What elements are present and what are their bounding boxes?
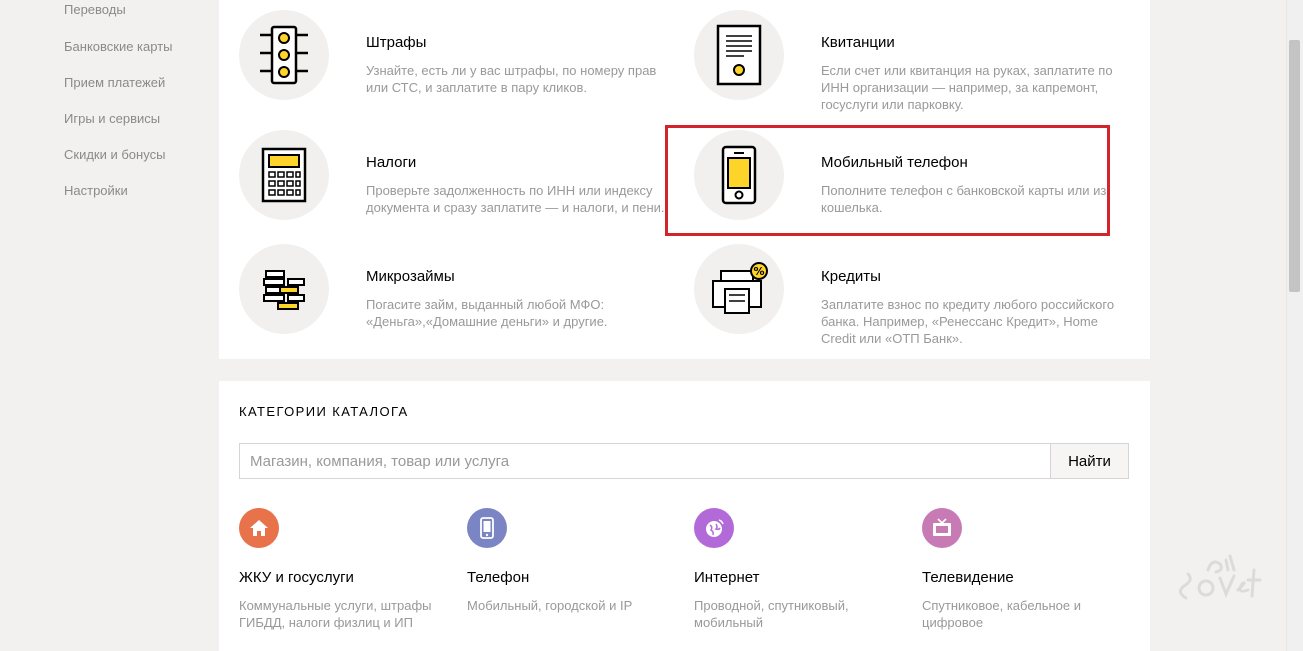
category-title: Телевидение [922,569,1014,586]
category-desc: Коммунальные услуги, штрафы ГИБДД, налог… [239,598,432,630]
scrollbar-thumb[interactable] [1289,40,1300,292]
phone-icon [467,508,507,548]
catalog-search-button[interactable]: Найти [1050,444,1128,478]
service-taxes[interactable]: Налоги Проверьте задолженность по ИНН ил… [239,130,669,230]
tv-icon [922,508,962,548]
service-title: Кредиты [821,268,881,285]
category-desc: Мобильный, городской и IP [467,598,633,613]
category-title: Телефон [467,569,530,586]
globe-icon [694,508,734,548]
sidebar-item-transfers[interactable]: Переводы [64,2,126,17]
category-desc: Спутниковое, кабельное и цифровое [922,598,1082,630]
service-microloans[interactable]: Микрозаймы Погасите займ, выданный любой… [239,244,669,344]
sidebar-item-settings[interactable]: Настройки [64,183,128,198]
bank-percent-icon: % [694,244,784,334]
sidebar-item-discounts-bonuses[interactable]: Скидки и бонусы [64,147,165,162]
sidebar: Переводы Банковские карты Прием платежей… [0,0,218,651]
sidebar-item-bank-cards[interactable]: Банковские карты [64,39,173,54]
category-desc: Проводной, спутниковый, мобильный [694,598,849,630]
service-title: Квитанции [821,34,895,51]
category-title: Интернет [694,569,760,586]
service-desc: Узнайте, есть ли у вас штрафы, по номеру… [366,63,657,95]
service-title: Микрозаймы [366,268,455,285]
service-receipts[interactable]: Квитанции Если счет или квитанция на рук… [694,10,1124,112]
category-title: ЖКУ и госуслуги [239,569,354,586]
service-desc: Заплатите взнос по кредиту любого россий… [821,297,1115,346]
receipt-icon [694,10,784,100]
catalog-search: Найти [239,443,1129,479]
coins-stack-icon [239,244,329,334]
catalog-heading: КАТЕГОРИИ КАТАЛОГА [239,404,409,419]
catalog-search-input[interactable] [240,444,1050,478]
service-desc: Погасите займ, выданный любой МФО: «День… [366,297,608,329]
service-desc: Проверьте задолженность по ИНН или индек… [366,183,665,215]
service-credits[interactable]: % Кредиты Заплатите взнос по кредиту люб… [694,244,1124,346]
service-desc: Если счет или квитанция на руках, заплат… [821,63,1113,112]
service-title: Штрафы [366,34,427,51]
watermark-logo [1168,540,1268,620]
service-title: Налоги [366,154,417,171]
svg-text:%: % [753,265,764,278]
category-phone[interactable]: Телефон Мобильный, городской и IP [467,508,687,613]
traffic-light-icon [239,10,329,100]
category-internet[interactable]: Интернет Проводной, спутниковый, мобильн… [694,508,914,630]
sidebar-item-payment-acceptance[interactable]: Прием платежей [64,75,165,90]
sidebar-item-games-services[interactable]: Игры и сервисы [64,111,160,126]
house-icon [239,508,279,548]
category-television[interactable]: Телевидение Спутниковое, кабельное и циф… [922,508,1142,630]
category-housing[interactable]: ЖКУ и госуслуги Коммунальные услуги, штр… [239,508,459,630]
calculator-icon [239,130,329,220]
highlight-frame [665,125,1110,236]
service-fines[interactable]: Штрафы Узнайте, есть ли у вас штрафы, по… [239,10,669,110]
